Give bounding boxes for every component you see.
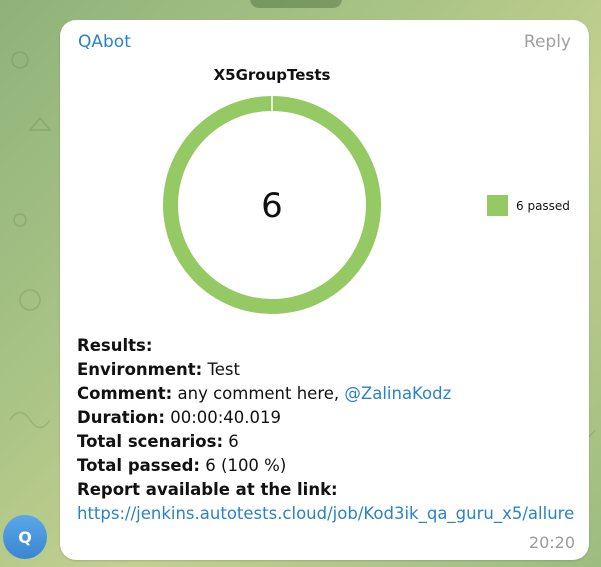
total-passed-line: Total passed: 6 (100 %) xyxy=(77,454,582,478)
comment-line: Comment: any comment here, @ZalinaKodz xyxy=(77,382,582,406)
reply-button[interactable]: Reply xyxy=(524,32,571,52)
duration-value: 00:00:40.019 xyxy=(164,408,282,427)
message-time: 20:20 xyxy=(528,533,575,552)
date-pill xyxy=(250,0,342,8)
total-scenarios-line: Total scenarios: 6 xyxy=(77,430,582,454)
report-link[interactable]: https://jenkins.autotests.cloud/job/Kod3… xyxy=(77,502,582,526)
environment-value: Test xyxy=(202,360,241,379)
legend-label-0: 6 passed xyxy=(516,199,570,213)
test-results-chart[interactable]: X5GroupTests 6 6 passed xyxy=(70,58,580,348)
results-text: Results: Environment: Test Comment: any … xyxy=(77,334,582,526)
comment-value: any comment here, xyxy=(172,384,345,403)
total-scenarios-value: 6 xyxy=(223,432,239,451)
sender-name[interactable]: QAbot xyxy=(78,32,131,52)
duration-line: Duration: 00:00:40.019 xyxy=(77,406,582,430)
total-passed-value: 6 (100 %) xyxy=(200,456,287,475)
chart-title: X5GroupTests xyxy=(214,66,331,84)
comment-label: Comment: xyxy=(77,384,173,403)
legend-swatch-0 xyxy=(487,195,508,216)
total-scenarios-label: Total scenarios: xyxy=(77,432,224,451)
message-bubble: QAbot Reply X5GroupTests 6 6 passed Resu… xyxy=(60,20,589,560)
user-mention-link[interactable]: @ZalinaKodz xyxy=(344,384,451,403)
bot-avatar[interactable]: Q xyxy=(3,515,47,559)
report-label: Report available at the link: xyxy=(77,480,338,499)
donut-center-value: 6 xyxy=(261,186,283,226)
total-passed-label: Total passed: xyxy=(77,456,201,475)
results-heading: Results: xyxy=(77,336,153,355)
duration-label: Duration: xyxy=(77,408,165,427)
environment-line: Environment: Test xyxy=(77,358,582,382)
environment-label: Environment: xyxy=(77,360,203,379)
